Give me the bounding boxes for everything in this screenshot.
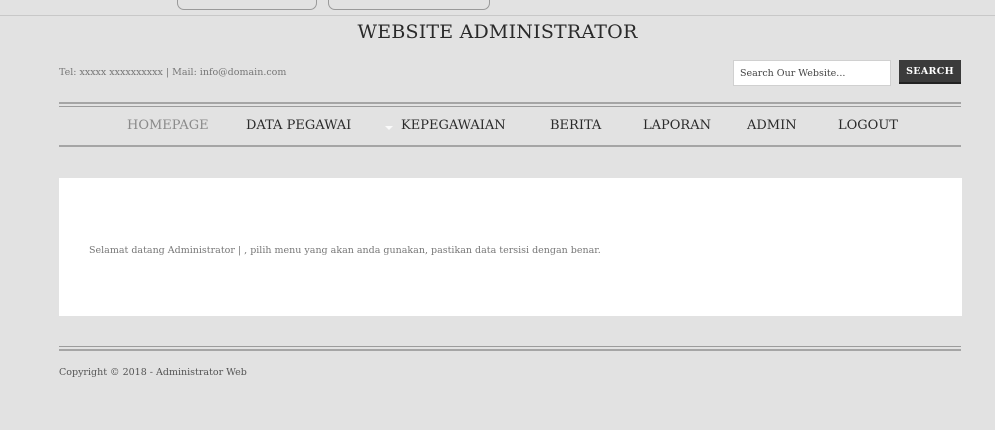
- site-title: WEBSITE ADMINISTRATOR: [357, 21, 638, 43]
- welcome-message: Selamat datang Administrator | , pilih m…: [89, 245, 601, 256]
- footer-rule-top: [59, 346, 961, 347]
- search-button[interactable]: SEARCH: [899, 60, 961, 84]
- chevron-down-icon[interactable]: [385, 126, 393, 130]
- nav-item-laporan[interactable]: LAPORAN: [643, 118, 711, 133]
- nav-item-logout[interactable]: LOGOUT: [838, 118, 898, 133]
- footer-rule: [59, 349, 961, 351]
- nav-item-berita[interactable]: BERITA: [550, 118, 601, 133]
- nav-item-admin[interactable]: ADMIN: [747, 118, 797, 133]
- nav-top-rule-inner: [59, 106, 961, 107]
- content-panel: Selamat datang Administrator | , pilih m…: [59, 178, 962, 316]
- top-border: [0, 15, 995, 16]
- nav-item-data-pegawai[interactable]: DATA PEGAWAI: [246, 118, 351, 133]
- top-tab-left[interactable]: [177, 0, 317, 10]
- nav-top-rule: [59, 102, 961, 104]
- main-nav: HOMEPAGE DATA PEGAWAI KEPEGAWAIAN BERITA…: [59, 110, 961, 144]
- nav-bottom-rule: [59, 145, 961, 147]
- contact-info: Tel: xxxxx xxxxxxxxxx | Mail: info@domai…: [59, 67, 287, 78]
- nav-item-homepage[interactable]: HOMEPAGE: [127, 118, 209, 133]
- copyright-text: Copyright © 2018 - Administrator Web: [59, 367, 247, 378]
- nav-item-kepegawaian[interactable]: KEPEGAWAIAN: [401, 118, 506, 133]
- top-tab-right[interactable]: [328, 0, 490, 10]
- search-input[interactable]: [733, 60, 891, 86]
